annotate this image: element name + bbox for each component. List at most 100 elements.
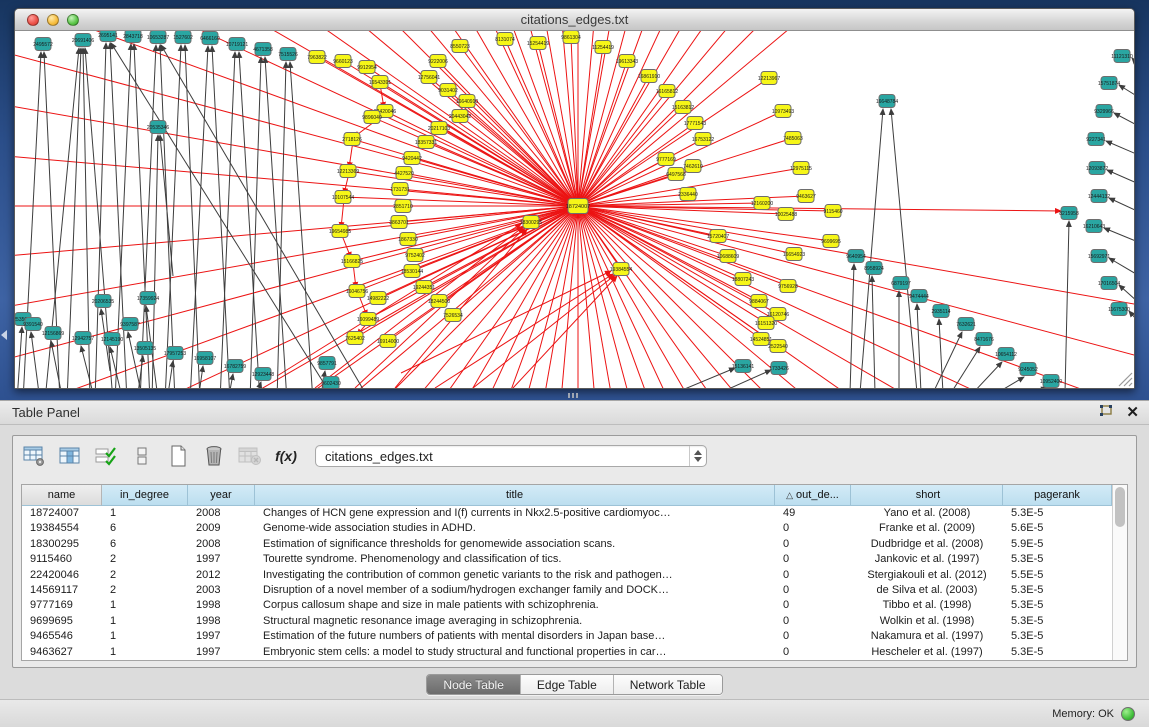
table-cell[interactable]: 18300295 [22, 537, 102, 552]
table-cell[interactable]: Changes of HCN gene expression and I(f) … [255, 506, 775, 521]
table-cell[interactable]: Tibbo et al. (1998) [851, 598, 1003, 613]
citation-edge-black[interactable] [239, 52, 260, 388]
citation-edge-black[interactable] [1129, 311, 1134, 333]
table-cell[interactable]: 1 [102, 645, 188, 660]
network-canvas[interactable]: 8550723922200612756041903140216640910204… [15, 31, 1134, 388]
table-row[interactable]: 1872400712008Changes of HCN gene express… [22, 506, 1112, 521]
table-row[interactable]: 1830029562008Estimation of significance … [22, 537, 1112, 552]
tab-edge-table[interactable]: Edge Table [521, 675, 614, 694]
select-all-icon[interactable] [93, 443, 119, 469]
column-header-in-degree[interactable]: in_degree [102, 485, 188, 506]
collapse-panel-arrow-icon[interactable] [1, 330, 7, 340]
table-cell[interactable]: 5.3E-5 [1003, 552, 1112, 567]
table-cell[interactable]: 0 [775, 537, 851, 552]
table-cell[interactable]: 5.6E-5 [1003, 521, 1112, 536]
table-cell[interactable]: Wolkin et al. (1998) [851, 614, 1003, 629]
citation-edge-red[interactable] [133, 31, 578, 206]
citation-edge-black[interactable] [1109, 198, 1134, 216]
table-cell[interactable]: 5.3E-5 [1003, 614, 1112, 629]
table-cell[interactable]: 18724007 [22, 506, 102, 521]
citation-edge-red[interactable] [438, 61, 578, 206]
table-cell[interactable]: 1997 [188, 552, 255, 567]
citation-edge-red[interactable] [435, 274, 613, 388]
citation-edge-black[interactable] [973, 362, 1002, 388]
tab-network-table[interactable]: Network Table [614, 675, 722, 694]
table-cell[interactable]: 2 [102, 552, 188, 567]
window-resize-grip[interactable] [1119, 373, 1132, 386]
table-cell[interactable]: Nakamura et al. (1997) [851, 629, 1003, 644]
new-column-icon[interactable] [165, 443, 191, 469]
citation-edge-red[interactable] [352, 206, 578, 261]
table-cell[interactable]: 2 [102, 583, 188, 598]
table-cell[interactable]: 1997 [188, 629, 255, 644]
network-view-window[interactable]: citations_edges.txt 85507239222006127560… [14, 8, 1135, 389]
citation-edge-red[interactable] [408, 206, 578, 239]
citation-edge-black[interactable] [81, 346, 95, 388]
citation-edge-black[interactable] [1132, 58, 1134, 76]
citation-edge-black[interactable] [17, 327, 22, 388]
table-mode-icon[interactable] [21, 443, 47, 469]
table-cell[interactable]: 5.5E-5 [1003, 568, 1112, 583]
table-cell[interactable]: 1 [102, 614, 188, 629]
table-select-dropdown[interactable]: citations_edges.txt [315, 445, 707, 467]
table-cell[interactable]: 9463627 [22, 645, 102, 660]
table-cell[interactable]: Structural magnetic resonance image aver… [255, 614, 775, 629]
citation-edge-red[interactable] [578, 206, 728, 256]
table-cell[interactable]: 9777169 [22, 598, 102, 613]
citation-edge-black[interactable] [31, 332, 40, 388]
citation-edge-black[interactable] [212, 46, 230, 388]
table-cell[interactable]: 5.3E-5 [1003, 645, 1112, 660]
table-row[interactable]: 1456911722003Disruption of a novel membe… [22, 583, 1112, 598]
citation-edge-black[interactable] [917, 304, 921, 388]
table-cell[interactable]: 19384554 [22, 521, 102, 536]
citation-edge-black[interactable] [850, 264, 854, 388]
citation-edge-red[interactable] [343, 197, 578, 206]
minimize-window-button[interactable] [47, 14, 59, 26]
citation-edge-red[interactable] [578, 206, 804, 388]
table-row[interactable]: 1938455462009Genome-wide association stu… [22, 521, 1112, 536]
table-cell[interactable]: 1 [102, 629, 188, 644]
table-cell[interactable]: 9465546 [22, 629, 102, 644]
memory-status-indicator[interactable] [1121, 707, 1135, 721]
table-cell[interactable]: 2008 [188, 537, 255, 552]
table-row[interactable]: 969969511998Structural magnetic resonanc… [22, 614, 1112, 629]
table-cell[interactable]: Jankovic et al. (1997) [851, 552, 1003, 567]
table-cell[interactable]: 0 [775, 645, 851, 660]
citation-edge-red[interactable] [15, 93, 578, 206]
citation-edge-red[interactable] [578, 91, 667, 206]
table-cell[interactable]: 2009 [188, 521, 255, 536]
citation-edge-black[interactable] [167, 361, 173, 388]
citation-edge-black[interactable] [997, 377, 1024, 388]
column-header-out-de-[interactable]: △out_de... [775, 485, 851, 506]
delete-table-icon[interactable] [237, 443, 263, 469]
table-cell[interactable]: 2003 [188, 583, 255, 598]
citation-edge-black[interactable] [1104, 228, 1134, 246]
window-titlebar[interactable]: citations_edges.txt [15, 9, 1134, 31]
table-cell[interactable]: 5.3E-5 [1003, 598, 1112, 613]
citation-edge-red[interactable] [578, 31, 1023, 206]
table-row[interactable]: 946554611997Estimation of the future num… [22, 629, 1112, 644]
table-cell[interactable]: 1 [102, 598, 188, 613]
table-cell[interactable]: Franke et al. (2009) [851, 521, 1003, 536]
delete-column-icon[interactable] [201, 443, 227, 469]
table-cell[interactable]: 22420046 [22, 568, 102, 583]
table-cell[interactable]: 49 [775, 506, 851, 521]
citation-edge-black[interactable] [137, 356, 143, 388]
table-scrollbar-thumb[interactable] [1115, 487, 1125, 527]
close-panel-icon[interactable]: ✕ [1126, 404, 1139, 421]
table-cell[interactable]: 5.9E-5 [1003, 537, 1112, 552]
table-cell[interactable]: Genome-wide association studies in ADHD. [255, 521, 775, 536]
table-cell[interactable]: Disruption of a novel member of a sodium… [255, 583, 775, 598]
citation-edge-red[interactable] [460, 116, 578, 206]
table-cell[interactable]: Investigating the contribution of common… [255, 568, 775, 583]
citation-edge-black[interactable] [185, 45, 200, 388]
column-header-title[interactable]: title [255, 485, 775, 506]
table-cell[interactable]: Corpus callosum shape and size in male p… [255, 598, 775, 613]
citation-edge-black[interactable] [891, 109, 917, 388]
table-cell[interactable]: 6 [102, 521, 188, 536]
table-row[interactable]: 977716911998Corpus callosum shape and si… [22, 598, 1112, 613]
table-cell[interactable]: Hescheler et al. (1997) [851, 645, 1003, 660]
citation-edge-black[interactable] [675, 368, 735, 388]
citation-edge-black[interactable] [1106, 141, 1134, 159]
column-header-short[interactable]: short [851, 485, 1003, 506]
